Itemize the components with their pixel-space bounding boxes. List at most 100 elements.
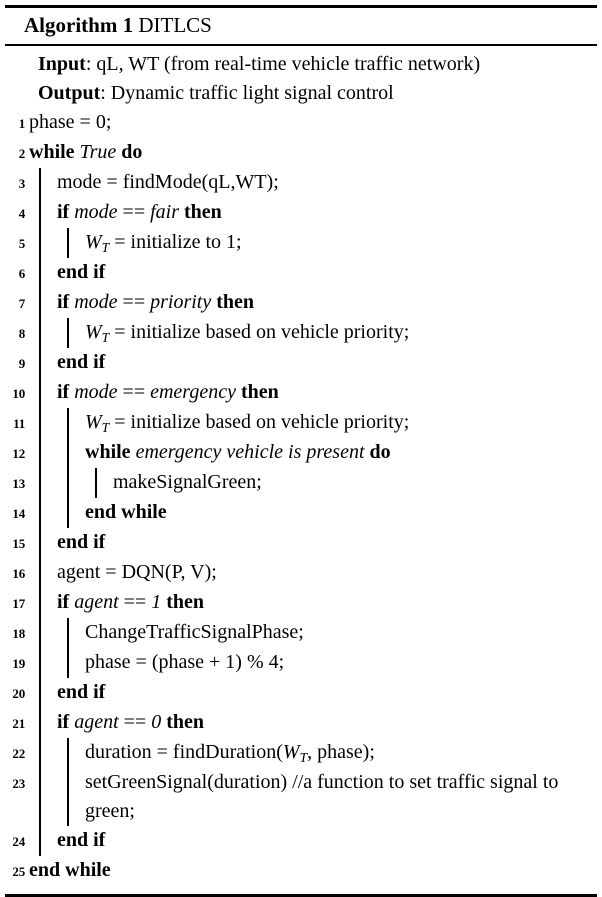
algorithm-line: 21 if agent == 0 then — [5, 708, 597, 738]
algorithm-line: 6 end if — [5, 258, 597, 288]
line-number: 17 — [12, 596, 25, 611]
line-text: if mode == fair then — [57, 201, 222, 223]
line-number: 1 — [18, 116, 26, 131]
algorithm-line: 18 ChangeTrafficSignalPhase; — [5, 618, 597, 648]
line-number: 16 — [12, 566, 25, 581]
input-label: Input — [38, 53, 86, 75]
io-block: Input: qL, WT (from real-time vehicle tr… — [5, 46, 597, 108]
indent-guide-bar — [39, 288, 41, 318]
line-text: end if — [57, 261, 106, 283]
indent-guide-bar — [39, 558, 41, 588]
algorithm-body: 1 phase = 0; 2 while True do 3 mode = findMod… — [5, 108, 597, 892]
algorithm-line: 8 WT = initialize based on vehicle priori… — [5, 318, 597, 348]
input-line: Input: qL, WT (from real-time vehicle tr… — [5, 50, 597, 79]
indent-guide-bar — [39, 588, 41, 618]
algorithm-line: 10 if mode == emergency then — [5, 378, 597, 408]
line-text: end if — [57, 531, 106, 553]
algorithm-label: Algorithm — [24, 13, 118, 37]
indent-guide-bar — [67, 648, 69, 678]
algorithm-line: 7 if mode == priority then — [5, 288, 597, 318]
indent-guide-bar — [39, 528, 41, 558]
line-text: ChangeTrafficSignalPhase; — [85, 621, 304, 643]
line-number: 6 — [18, 266, 26, 281]
algorithm-line: 13 makeSignalGreen; — [5, 468, 597, 498]
line-number: 19 — [12, 656, 25, 671]
output-label: Output — [38, 82, 101, 104]
line-text: if agent == 1 then — [57, 591, 205, 613]
algorithm-line: 9 end if — [5, 348, 597, 378]
output-value: : Dynamic traffic light signal control — [100, 82, 394, 104]
indent-guide-bar — [67, 738, 69, 768]
algorithm-line: 12 while emergency vehicle is present do — [5, 438, 597, 468]
algorithm-line: 22 duration = findDuration(WT, phase); — [5, 738, 597, 768]
line-text: phase = (phase + 1) % 4; — [85, 651, 285, 673]
algorithm-line: 2 while True do — [5, 138, 597, 168]
indent-guide-bar — [39, 738, 41, 768]
indent-guide-bar — [39, 228, 41, 258]
algorithm-line: 1 phase = 0; — [5, 108, 597, 138]
indent-guide-bar — [39, 826, 41, 856]
indent-guide-bar — [39, 198, 41, 228]
algorithm-line: 15 end if — [5, 528, 597, 558]
line-text: setGreenSignal(duration) //a function to… — [85, 771, 559, 822]
algorithm-line: 4 if mode == fair then — [5, 198, 597, 228]
line-text: end while — [85, 501, 167, 523]
indent-guide-bar — [95, 468, 97, 498]
line-number: 14 — [12, 506, 25, 521]
line-number: 2 — [18, 146, 26, 161]
line-text: agent = DQN(P, V); — [57, 561, 217, 583]
line-text: WT = initialize to 1; — [85, 231, 242, 255]
line-number: 23 — [12, 776, 25, 791]
algorithm-name: DITLCS — [138, 13, 212, 37]
line-text: while True do — [29, 141, 143, 163]
indent-guide-bar — [39, 708, 41, 738]
indent-guide-bar — [39, 408, 41, 438]
algorithm-block: Algorithm 1 DITLCS Input: qL, WT (from r… — [5, 0, 597, 897]
indent-guide-bar — [39, 618, 41, 648]
algorithm-line: 20 end if — [5, 678, 597, 708]
line-text: end if — [57, 351, 106, 373]
indent-guide-bar — [39, 318, 41, 348]
indent-guide-bar — [67, 498, 69, 528]
line-number: 25 — [12, 864, 25, 879]
input-value: : qL, WT (from real-time vehicle traffic… — [85, 53, 481, 75]
line-number: 21 — [12, 716, 25, 731]
indent-guide-bar — [39, 438, 41, 468]
indent-guide-bar — [39, 348, 41, 378]
indent-guide-bar — [39, 468, 41, 498]
line-number: 24 — [12, 834, 25, 849]
line-number: 8 — [18, 326, 26, 341]
line-number: 4 — [18, 206, 26, 221]
algorithm-line: 5 WT = initialize to 1; — [5, 228, 597, 258]
line-text: if mode == emergency then — [57, 381, 279, 403]
indent-guide-bar — [39, 498, 41, 528]
algorithm-line: 14 end while — [5, 498, 597, 528]
algorithm-line: 23 setGreenSignal(duration) //a function … — [5, 768, 597, 826]
indent-guide-bar — [67, 468, 69, 498]
line-number: 13 — [12, 476, 25, 491]
indent-guide-bar — [39, 768, 41, 826]
line-text: phase = 0; — [29, 111, 112, 133]
line-text: mode = findMode(qL,WT); — [57, 171, 279, 193]
algorithm-number: 1 — [122, 13, 134, 37]
line-text: WT = initialize based on vehicle priorit… — [85, 411, 410, 435]
algorithm-line: 11 WT = initialize based on vehicle prior… — [5, 408, 597, 438]
bottom-rule-wrap — [5, 892, 597, 897]
indent-guide-bar — [39, 648, 41, 678]
output-line: Output: Dynamic traffic light signal con… — [5, 79, 597, 108]
algorithm-line: 16 agent = DQN(P, V); — [5, 558, 597, 588]
algorithm-line: 24 end if — [5, 826, 597, 856]
line-text: makeSignalGreen; — [113, 471, 262, 493]
line-number: 10 — [12, 386, 25, 401]
indent-guide-bar — [39, 168, 41, 198]
indent-guide-bar — [39, 378, 41, 408]
algorithm-line: 19 phase = (phase + 1) % 4; — [5, 648, 597, 678]
line-text: end if — [57, 829, 106, 851]
indent-guide-bar — [67, 318, 69, 348]
line-text: WT = initialize based on vehicle priorit… — [85, 321, 410, 345]
indent-guide-bar — [67, 408, 69, 438]
line-text: if agent == 0 then — [57, 711, 205, 733]
line-number: 22 — [12, 746, 25, 761]
line-number: 12 — [12, 446, 25, 461]
line-number: 9 — [18, 356, 26, 371]
